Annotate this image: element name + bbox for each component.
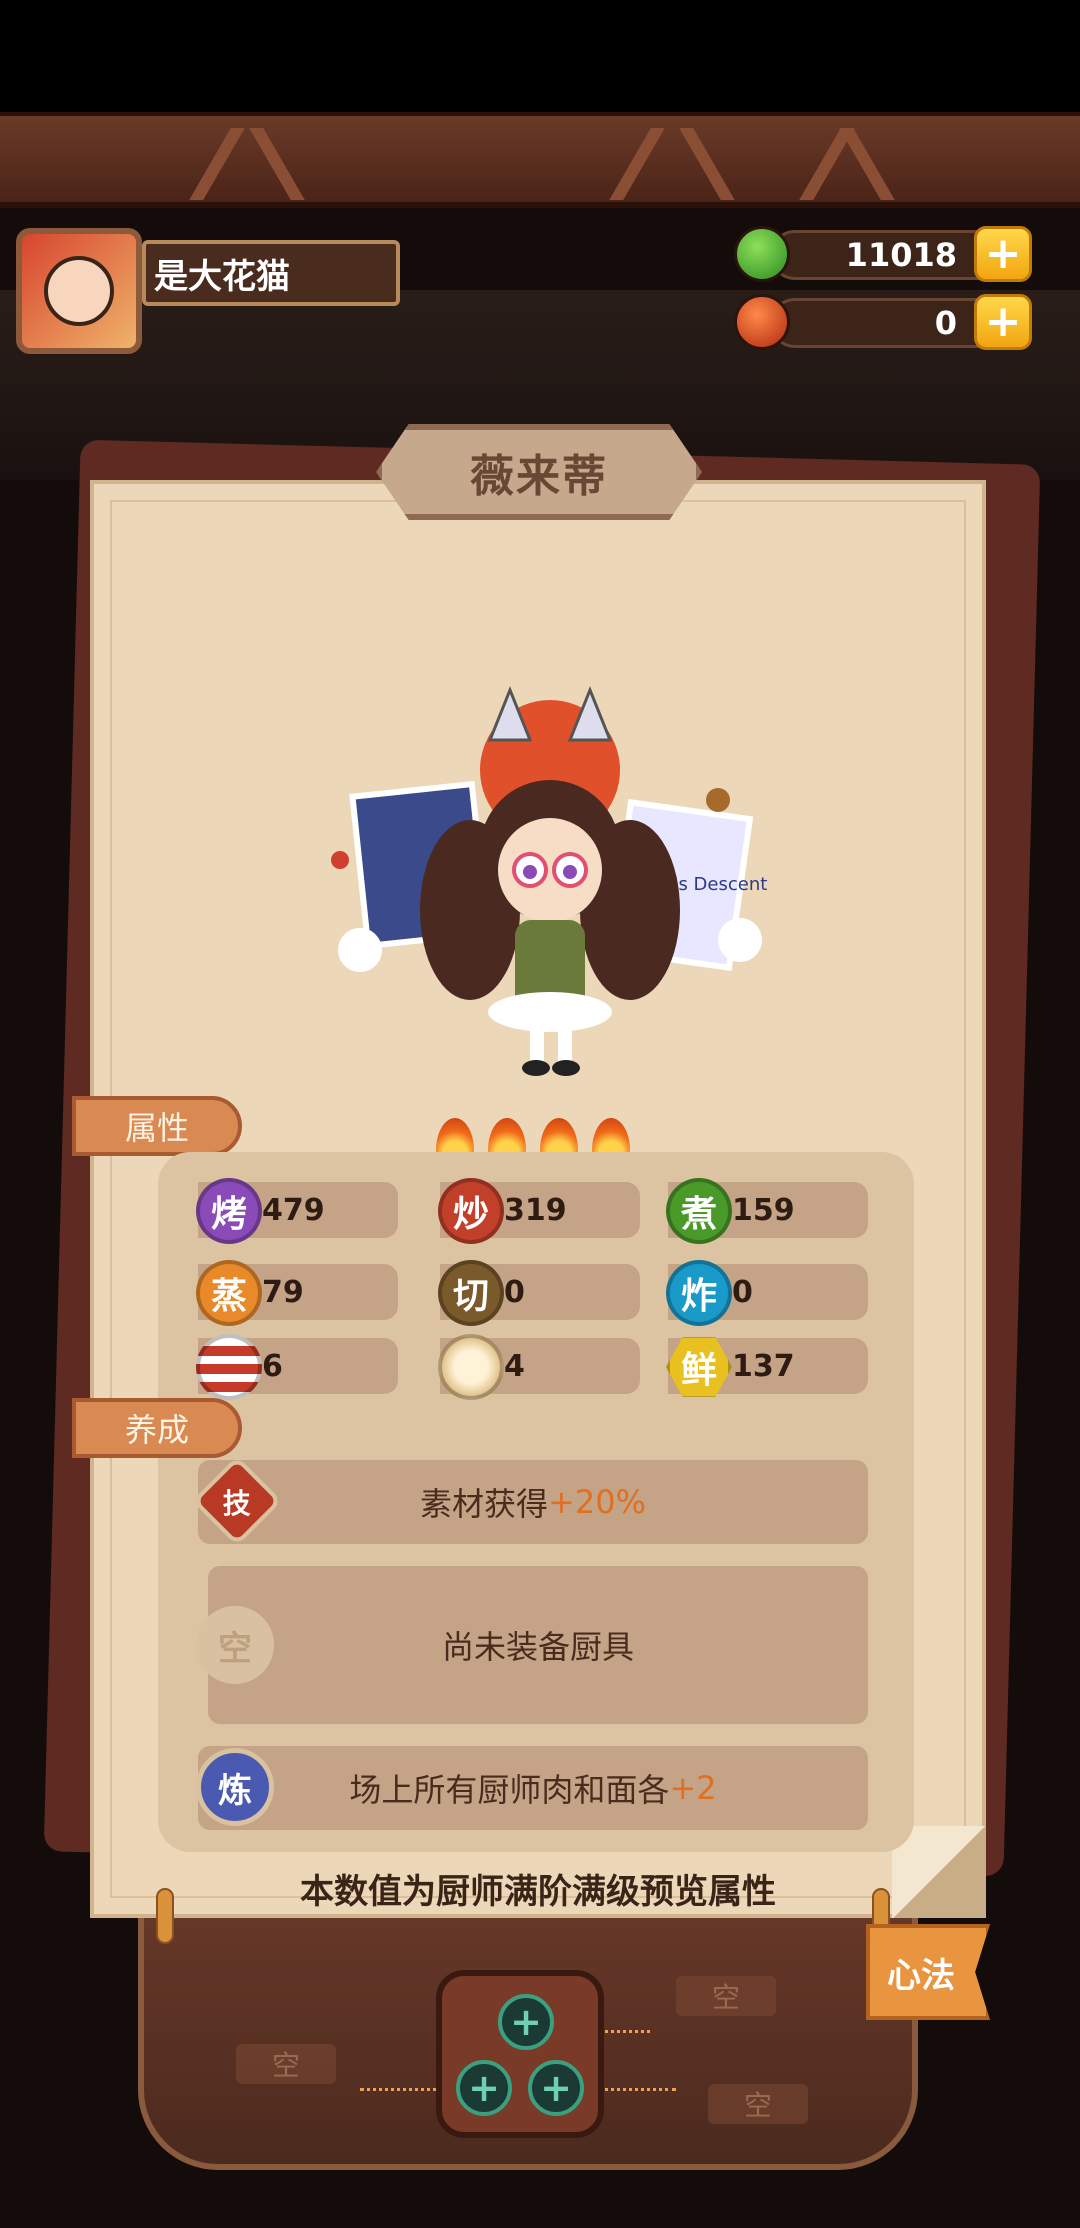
empty-slot-top-right[interactable]: 空 [676, 1976, 776, 2016]
refine-row[interactable]: 场上所有厨师肉和面各 +2 [198, 1746, 868, 1830]
refine-text: 场上所有厨师肉和面各 [349, 1771, 670, 1809]
chef-portrait: Frost's Descent [331, 685, 767, 1076]
empty-equipment-icon: 空 [196, 1606, 274, 1684]
refine-icon: 炼 [196, 1748, 274, 1826]
roast-icon: 烤 [196, 1178, 262, 1244]
avatar-face-icon [44, 256, 114, 326]
add-ruby-button[interactable]: + [974, 294, 1032, 350]
ruby-coin-icon [734, 294, 790, 350]
jade-coin-icon [734, 226, 790, 282]
empty-slot-left[interactable]: 空 [236, 2044, 336, 2084]
preview-note: 本数值为厨师满阶满级预览属性 [300, 1871, 776, 1912]
cultivation-tab: 养成 [72, 1398, 242, 1458]
equipment-status: 尚未装备厨具 [441, 1628, 634, 1666]
player-avatar[interactable] [16, 228, 142, 354]
boil-icon: 煮 [666, 1178, 732, 1244]
refine-bonus: +2 [669, 1769, 717, 1807]
bun-icon [438, 1334, 504, 1400]
xinfa-button[interactable]: 心法 [866, 1924, 990, 2020]
steam-icon: 蒸 [196, 1260, 262, 1326]
add-jade-button[interactable]: + [974, 226, 1032, 282]
fry-icon: 炸 [666, 1260, 732, 1326]
equipment-row[interactable]: 空 尚未装备厨具 [208, 1566, 868, 1724]
skill-row[interactable]: 素材获得 +20% [198, 1460, 868, 1544]
skill-text: 素材获得 [420, 1485, 549, 1523]
chef-name-title: 薇来蒂 [376, 424, 702, 520]
attributes-tab: 属性 [72, 1096, 242, 1156]
meat-icon [196, 1334, 262, 1400]
gem-slot-plus-icon[interactable]: + [528, 2060, 584, 2116]
jade-value: 11018 [845, 236, 957, 274]
cut-icon: 切 [438, 1260, 504, 1326]
gem-slot-plus-icon[interactable]: + [498, 1994, 554, 2050]
skill-bonus: +20% [548, 1483, 646, 1521]
roof-rafter [0, 112, 1080, 208]
empty-slot-bottom-right[interactable]: 空 [708, 2084, 808, 2124]
ruby-value: 0 [934, 304, 957, 342]
gem-slot-plus-icon[interactable]: + [456, 2060, 512, 2116]
stirfry-icon: 炒 [438, 1178, 504, 1244]
player-name: 是大花猫 [142, 240, 400, 306]
